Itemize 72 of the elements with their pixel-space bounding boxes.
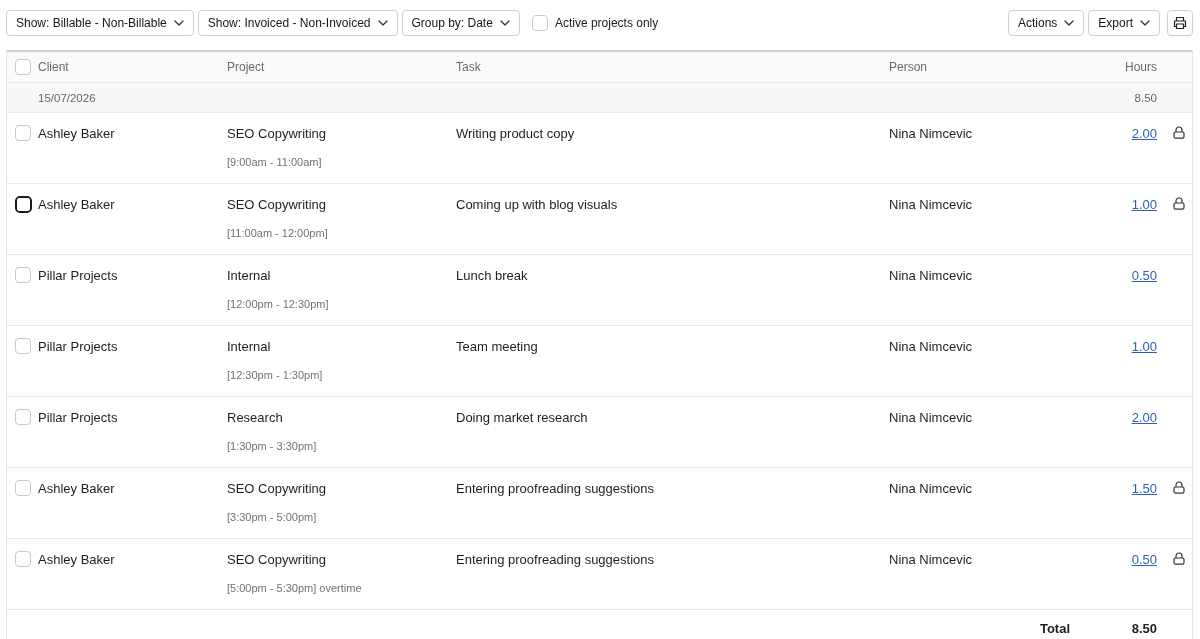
client-name: Ashley Baker (38, 552, 115, 567)
project-name: SEO Copywriting (227, 196, 326, 213)
person-name: Nina Nimcevic (889, 410, 973, 425)
project-name: SEO Copywriting (227, 551, 326, 568)
row-checkbox[interactable] (15, 267, 31, 283)
chevron-down-icon (499, 20, 510, 26)
time-range-text: [12:00pm - 12:30pm] (227, 297, 329, 311)
hours-link[interactable]: 0.50 (1131, 552, 1157, 567)
task-name: Lunch break (456, 268, 528, 283)
person-name: Nina Nimcevic (889, 552, 973, 567)
time-range-text: [5:00pm - 5:30pm] overtime (227, 581, 362, 595)
row-checkbox[interactable] (15, 480, 31, 496)
project-name: Internal (227, 267, 271, 284)
person-name: Nina Nimcevic (889, 481, 973, 496)
column-header[interactable]: Person (889, 60, 928, 74)
group-date: 15/07/2026 (38, 91, 96, 104)
hours-link[interactable]: 1.00 (1131, 339, 1157, 354)
row-checkbox[interactable] (15, 409, 31, 425)
hours-link[interactable]: 2.00 (1131, 126, 1157, 141)
client-name: Ashley Baker (38, 481, 115, 496)
column-header[interactable]: Project (227, 60, 265, 74)
chevron-down-icon (1064, 20, 1075, 26)
project-name: Internal (227, 338, 271, 355)
task-name: Team meeting (456, 339, 538, 354)
column-header[interactable]: Hours (1125, 60, 1157, 74)
checkbox[interactable] (531, 15, 548, 31)
person-name: Nina Nimcevic (889, 197, 973, 212)
chevron-down-icon (1140, 20, 1150, 26)
chevron-down-icon (377, 20, 388, 26)
select-all-checkbox[interactable] (15, 59, 31, 75)
print-button[interactable] (1167, 10, 1193, 36)
menu-button[interactable]: Export (1088, 10, 1160, 36)
task-name: Entering proofreading suggestions (456, 481, 655, 496)
client-name: Pillar Projects (38, 268, 118, 283)
dropdown-button[interactable]: Show: Billable - Non-Billable (6, 10, 194, 36)
person-name: Nina Nimcevic (889, 126, 973, 141)
printer-icon (1173, 16, 1187, 30)
time-range-text: [12:30pm - 1:30pm] (227, 368, 323, 382)
total-label: Total (1039, 621, 1071, 636)
hours-link[interactable]: 2.00 (1131, 410, 1157, 425)
hours-link[interactable]: 1.00 (1131, 197, 1157, 212)
row-checkbox[interactable] (15, 551, 31, 567)
menu-button[interactable]: Actions (1007, 10, 1085, 36)
client-name: Ashley Baker (38, 126, 115, 141)
project-name: Research (227, 409, 283, 426)
task-name: Entering proofreading suggestions (456, 552, 655, 567)
row-checkbox[interactable] (15, 125, 31, 141)
dropdown-button[interactable]: Show: Invoiced - Non-Invoiced (197, 10, 398, 36)
chevron-down-icon (173, 20, 184, 26)
checkbox-label[interactable]: Active projects only (554, 16, 659, 30)
time-range-text: [1:30pm - 3:30pm] (227, 439, 317, 453)
hours-link[interactable]: 1.50 (1131, 481, 1157, 496)
row-checkbox[interactable] (15, 338, 31, 354)
project-name: SEO Copywriting (227, 480, 326, 497)
person-name: Nina Nimcevic (889, 268, 973, 283)
task-name: Doing market research (456, 410, 588, 425)
column-header[interactable]: Client (38, 60, 69, 74)
client-name: Pillar Projects (38, 339, 118, 354)
column-header[interactable]: Task (456, 60, 481, 74)
task-name: Writing product copy (456, 126, 575, 141)
client-name: Pillar Projects (38, 410, 118, 425)
person-name: Nina Nimcevic (889, 339, 973, 354)
time-range-text: [11:00am - 12:00pm] (227, 226, 328, 240)
client-name: Ashley Baker (38, 197, 115, 212)
dropdown-button[interactable]: Group by: Date (401, 10, 520, 36)
project-name: SEO Copywriting (227, 125, 326, 142)
task-name: Coming up with blog visuals (456, 197, 618, 212)
hours-link[interactable]: 0.50 (1131, 268, 1157, 283)
time-range-text: [9:00am - 11:00am] (227, 155, 322, 169)
group-hours-total: 8.50 (1134, 91, 1157, 104)
total-hours: 8.50 (1131, 621, 1157, 636)
time-range-text: [3:30pm - 5:00pm] (227, 510, 317, 524)
